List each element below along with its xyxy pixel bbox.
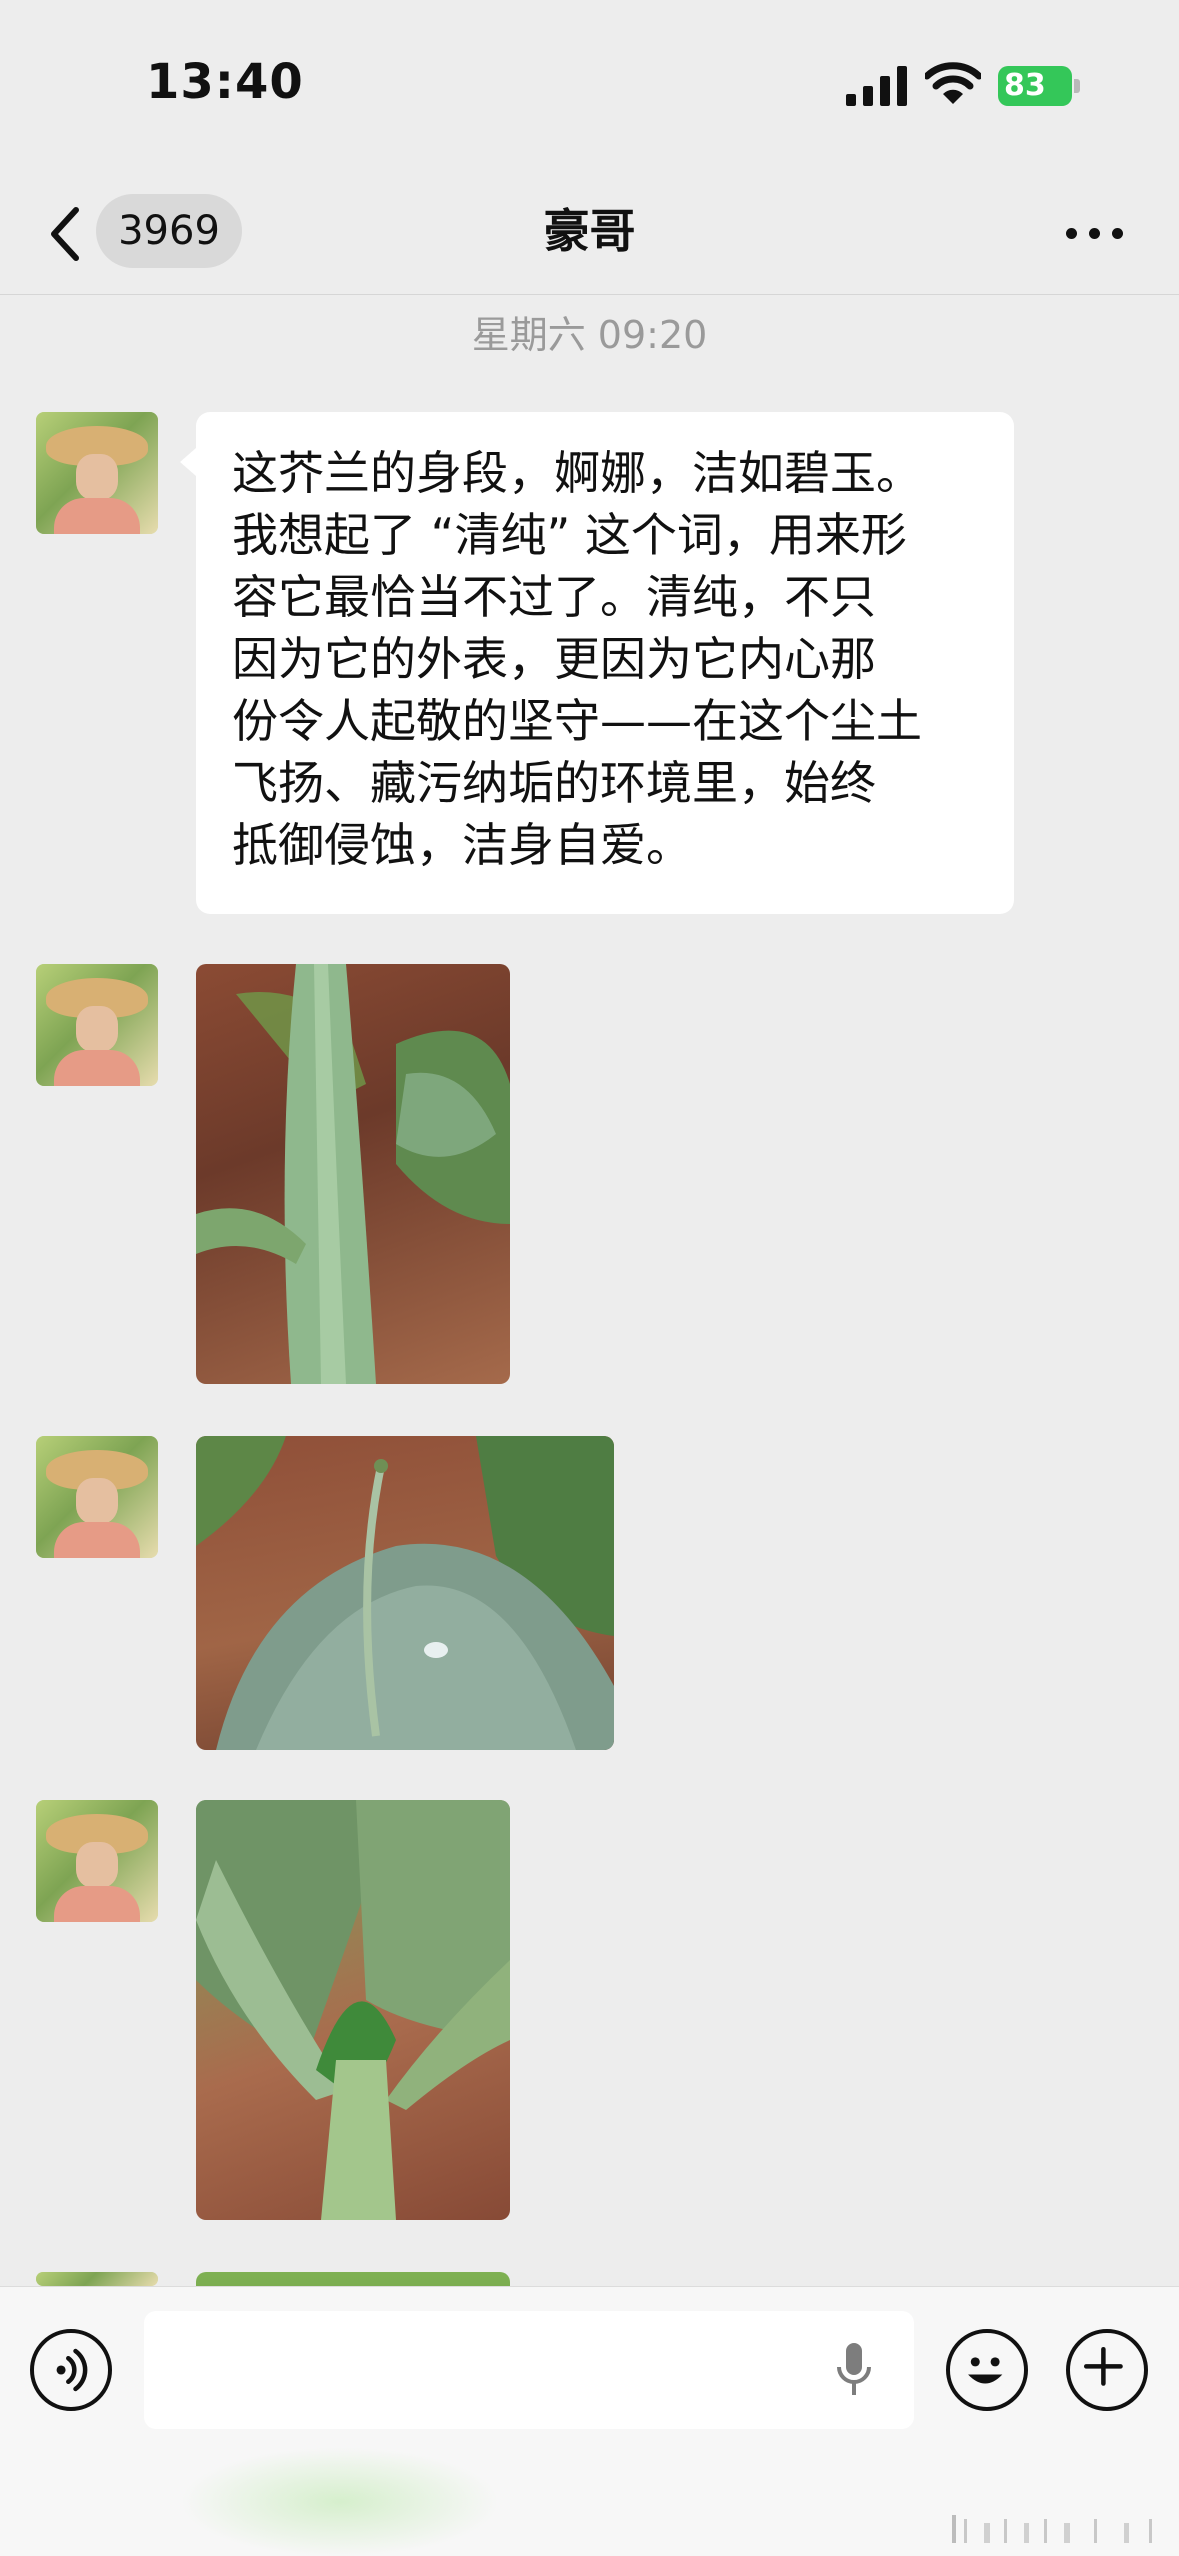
microphone-icon[interactable] — [834, 2341, 874, 2399]
battery-icon: 83 — [998, 66, 1080, 106]
more-dot — [1112, 228, 1123, 239]
signal-icon — [846, 66, 907, 106]
avatar[interactable] — [36, 1436, 158, 1558]
voice-icon[interactable] — [30, 2329, 112, 2411]
battery-nub — [1074, 79, 1080, 93]
status-bar: 13:40 83 — [0, 0, 1179, 170]
wifi-icon — [925, 62, 981, 104]
photo-kale-stem — [196, 964, 510, 1384]
input-bar — [0, 2286, 1179, 2556]
plus-icon[interactable] — [1066, 2329, 1148, 2411]
more-dot — [1089, 228, 1100, 239]
emoji-icon[interactable] — [946, 2329, 1028, 2411]
battery-level: 83 — [1004, 68, 1046, 103]
text-message-bubble[interactable]: 这芥兰的身段，婀娜，洁如碧玉。 我想起了 “清纯” 这个词，用来形 容它最恰当不… — [180, 412, 1014, 914]
avatar[interactable] — [36, 412, 158, 534]
chat-screen: 13:40 83 3969 豪哥 星期六 09:20 这芥兰的身段，婀娜，洁如碧… — [0, 0, 1179, 2556]
photo-kale-leaf — [196, 1436, 614, 1750]
image-message[interactable] — [196, 1800, 510, 2220]
avatar[interactable] — [36, 2272, 158, 2286]
more-icon[interactable] — [1060, 212, 1130, 252]
nav-bar: 3969 豪哥 — [0, 170, 1179, 295]
message-input[interactable] — [144, 2311, 914, 2429]
chevron-left-icon[interactable] — [44, 204, 84, 264]
avatar[interactable] — [36, 964, 158, 1086]
photo-kale-stalk — [196, 1800, 510, 2220]
more-dot — [1066, 228, 1077, 239]
image-message[interactable] — [196, 1436, 614, 1750]
chat-timestamp: 星期六 09:20 — [471, 313, 708, 357]
status-time: 13:40 — [146, 54, 304, 110]
battery-body: 83 — [998, 66, 1072, 106]
message-text: 这芥兰的身段，婀娜，洁如碧玉。 我想起了 “清纯” 这个词，用来形 容它最恰当不… — [232, 446, 922, 872]
unread-count-badge[interactable]: 3969 — [96, 194, 242, 268]
avatar[interactable] — [36, 1800, 158, 1922]
home-indicator-glow — [180, 2447, 500, 2556]
barcode-watermark-icon — [952, 2515, 1152, 2543]
image-message[interactable] — [196, 964, 510, 1384]
